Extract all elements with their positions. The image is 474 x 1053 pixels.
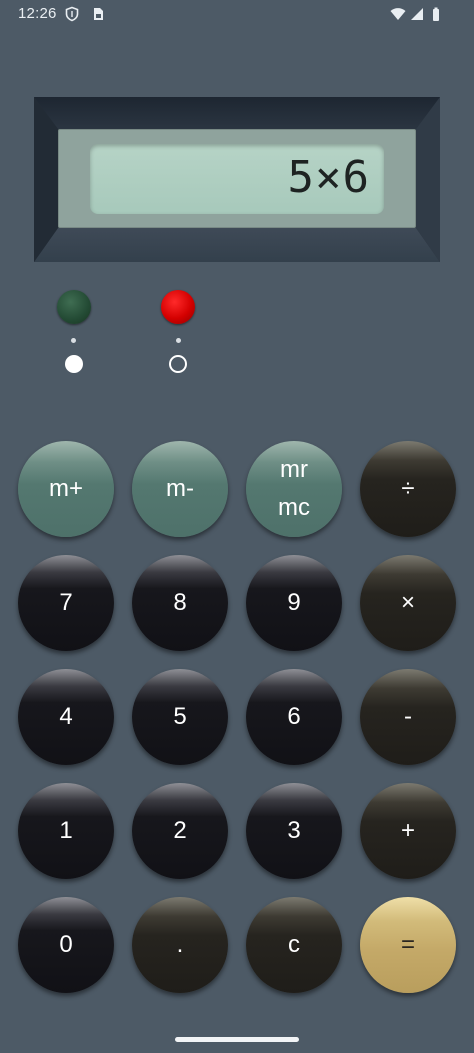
home-indicator[interactable] bbox=[175, 1037, 299, 1042]
plus-label: + bbox=[400, 817, 415, 844]
memory-recall-clear-button[interactable]: mr mc bbox=[246, 441, 342, 537]
digit-2-button[interactable]: 2 bbox=[132, 783, 228, 879]
digit-6-button[interactable]: 6 bbox=[246, 669, 342, 765]
decimal-point-button[interactable]: . bbox=[132, 897, 228, 993]
digit-7-button[interactable]: 7 bbox=[18, 555, 114, 651]
memory-subtract-button[interactable]: m- bbox=[132, 441, 228, 537]
mode-switch-left[interactable] bbox=[65, 355, 83, 373]
digit-5-button[interactable]: 5 bbox=[132, 669, 228, 765]
digit-1-button[interactable]: 1 bbox=[18, 783, 114, 879]
status-time: 12:26 bbox=[18, 5, 57, 22]
clear-label: c bbox=[288, 931, 300, 958]
digit-5-label: 5 bbox=[173, 703, 187, 730]
digit-0-button[interactable]: 0 bbox=[18, 897, 114, 993]
digit-3-label: 3 bbox=[287, 817, 301, 844]
divide-label: ÷ bbox=[401, 475, 415, 502]
equals-button[interactable]: = bbox=[360, 897, 456, 993]
mode-switch-right[interactable] bbox=[169, 355, 187, 373]
memory-recall-label: mr bbox=[280, 456, 308, 483]
minus-label: - bbox=[404, 703, 412, 730]
memory-subtract-label: m- bbox=[166, 475, 194, 502]
digit-4-button[interactable]: 4 bbox=[18, 669, 114, 765]
sim-card-icon bbox=[94, 8, 103, 20]
digit-6-label: 6 bbox=[287, 703, 301, 730]
digit-2-label: 2 bbox=[173, 817, 187, 844]
shield-icon bbox=[65, 6, 79, 22]
digit-9-label: 9 bbox=[287, 589, 301, 616]
equals-label: = bbox=[400, 931, 415, 958]
digit-3-button[interactable]: 3 bbox=[246, 783, 342, 879]
minus-button[interactable]: - bbox=[360, 669, 456, 765]
plus-button[interactable]: + bbox=[360, 783, 456, 879]
digit-0-label: 0 bbox=[59, 931, 73, 958]
signal-icon bbox=[411, 8, 423, 20]
display-value: 5×6 bbox=[287, 152, 370, 203]
digit-4-label: 4 bbox=[59, 703, 73, 730]
status-bar: 12:26 bbox=[0, 0, 474, 30]
multiply-label: × bbox=[400, 589, 415, 616]
clear-button[interactable]: c bbox=[246, 897, 342, 993]
memory-add-label: m+ bbox=[48, 475, 83, 502]
digit-1-label: 1 bbox=[59, 817, 73, 844]
wifi-icon bbox=[390, 8, 406, 20]
divide-button[interactable]: ÷ bbox=[360, 441, 456, 537]
digit-7-label: 7 bbox=[59, 589, 73, 616]
decimal-point-label: . bbox=[176, 931, 184, 958]
indicator-dot-right bbox=[176, 338, 181, 343]
red-led bbox=[161, 290, 195, 324]
green-led bbox=[57, 290, 91, 324]
memory-add-button[interactable]: m+ bbox=[18, 441, 114, 537]
battery-icon bbox=[433, 7, 439, 21]
lcd-panel: 5×6 bbox=[58, 129, 416, 228]
indicator-dot-left bbox=[71, 338, 76, 343]
memory-clear-label: mc bbox=[278, 494, 310, 521]
digit-8-label: 8 bbox=[173, 589, 187, 616]
lcd-screen: 5×6 bbox=[90, 144, 384, 214]
multiply-button[interactable]: × bbox=[360, 555, 456, 651]
display-bezel: 5×6 bbox=[34, 97, 440, 262]
digit-8-button[interactable]: 8 bbox=[132, 555, 228, 651]
digit-9-button[interactable]: 9 bbox=[246, 555, 342, 651]
